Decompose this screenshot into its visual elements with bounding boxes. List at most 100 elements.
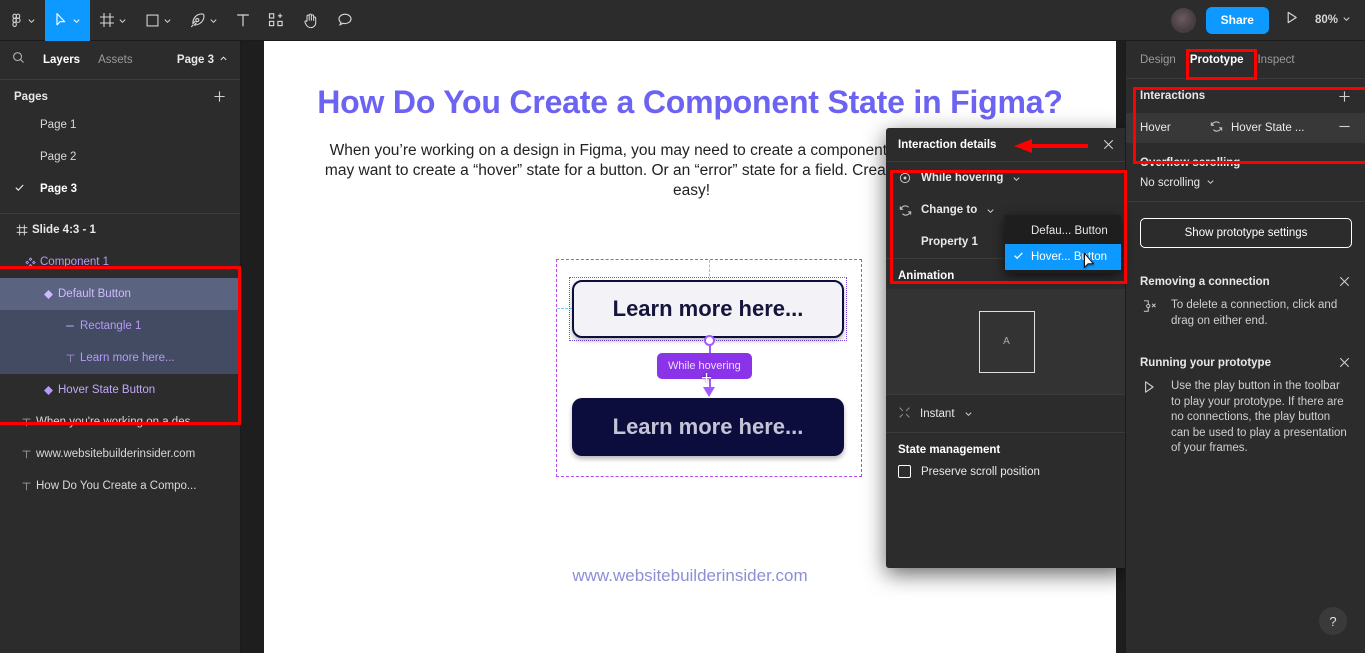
frame-tool-button[interactable] [90,0,136,41]
text-icon [60,353,80,364]
search-button[interactable] [12,51,34,69]
overflow-scrolling-value: No scrolling [1140,177,1201,189]
trigger-icon [898,172,912,184]
prototype-connection-handle[interactable] [704,335,715,346]
chevron-down-icon [163,16,172,25]
tip-header-running-prototype: Running your prototype [1126,356,1365,369]
interaction-details-title: Interaction details [898,138,997,151]
tab-design[interactable]: Design [1140,54,1176,66]
layer-row-hover-state-button[interactable]: Hover State Button [0,374,240,406]
tab-assets[interactable]: Assets [89,54,142,66]
zoom-control[interactable]: 80% [1309,14,1365,26]
dropdown-option-label: Defau... Button [1031,225,1108,237]
text-icon [16,417,36,428]
tip-title: Running your prototype [1140,356,1271,369]
overflow-scrolling-select[interactable]: No scrolling [1126,173,1365,201]
change-to-dropdown[interactable]: Defau... Button Hover... Button [1005,215,1121,273]
tip-title: Removing a connection [1140,275,1270,288]
layer-row-title-text[interactable]: How Do You Create a Compo... [0,470,240,502]
chevron-down-icon [1342,14,1351,26]
trigger-row[interactable]: While hovering [886,162,1127,194]
action-value: Change to [921,204,978,216]
change-to-icon [898,204,912,217]
tip-text: To delete a connection, click and drag o… [1171,299,1338,327]
layer-row-url-text[interactable]: www.websitebuilderinsider.com [0,438,240,470]
layer-row-rectangle-1[interactable]: Rectangle 1 [0,310,240,342]
right-sidebar: Design Prototype Inspect Interactions Ho… [1125,41,1365,653]
tab-prototype[interactable]: Prototype [1190,54,1244,66]
interaction-row-hover[interactable]: Hover Hover State ... [1126,113,1365,143]
shape-tool-button[interactable] [136,0,181,41]
help-button[interactable]: ? [1319,607,1347,635]
tip-text: Use the play button in the toolbar to pl… [1171,380,1347,454]
layer-row-default-button[interactable]: Default Button [0,278,240,310]
avatar[interactable] [1170,7,1196,33]
interaction-details-header: Interaction details [886,128,1127,162]
overflow-scrolling-header: Overflow scrolling [1140,157,1241,169]
close-icon[interactable] [1102,138,1115,151]
page-item-label: Page 3 [40,183,78,195]
cursor-icon [54,12,69,28]
share-button[interactable]: Share [1205,6,1269,34]
connection-delete-icon [1142,298,1160,329]
tip-body-removing-connection: To delete a connection, click and drag o… [1126,288,1365,329]
preserve-scroll-row[interactable]: Preserve scroll position [886,463,1127,478]
layer-row-learn-more-text[interactable]: Learn more here... [0,342,240,374]
page-item-1[interactable]: Page 1 [0,109,240,141]
check-icon [1013,250,1031,264]
instance-icon [38,289,58,300]
text-tool-button[interactable] [227,0,259,41]
dropdown-option-default-button[interactable]: Defau... Button [1005,218,1121,244]
remove-interaction-button[interactable] [1338,120,1351,136]
dropdown-option-hover-state-button[interactable]: Hover... Button [1005,244,1121,270]
chevron-up-icon [219,54,228,66]
layer-row-slide[interactable]: Slide 4:3 - 1 [0,214,240,246]
present-play-button[interactable] [1275,3,1309,37]
animation-preview-square: A [978,310,1035,373]
figma-menu-button[interactable] [0,0,45,41]
add-interaction-button[interactable] [1338,90,1351,103]
right-sidebar-tabs: Design Prototype Inspect [1126,41,1365,79]
interaction-details-dialog: Interaction details While hovering Chang… [886,128,1127,568]
slide-title: How Do You Create a Component State in F… [317,84,1063,120]
chevron-down-icon [1012,174,1021,183]
page-selector-label: Page 3 [176,54,214,66]
layer-row-body-text[interactable]: When you're working on a des... [0,406,240,438]
move-tool-button[interactable] [45,0,90,41]
hover-state-button[interactable]: Learn more here... [572,398,844,456]
show-prototype-settings-button[interactable]: Show prototype settings [1140,218,1352,248]
close-icon[interactable] [1338,275,1351,288]
change-to-icon [1210,120,1223,136]
text-icon [236,13,250,28]
interactions-header: Interactions [1126,79,1365,113]
animation-preview: A [886,289,1127,394]
pen-tool-button[interactable] [181,0,227,41]
default-button[interactable]: Learn more here... [572,280,844,338]
preserve-scroll-checkbox[interactable] [898,465,911,478]
page-selector[interactable]: Page 3 [177,54,228,66]
layer-label: Learn more here... [80,352,175,364]
tip-header-removing-connection: Removing a connection [1126,275,1365,288]
tip-body-running-prototype: Use the play button in the toolbar to pl… [1126,369,1365,457]
layer-label: Default Button [58,288,131,300]
tab-layers[interactable]: Layers [34,54,89,66]
slide-footer-url: www.websitebuilderinsider.com [572,566,808,585]
add-page-button[interactable] [213,90,226,103]
frame-icon [99,12,115,28]
page-item-3[interactable]: Page 3 [0,173,240,205]
layer-row-component-1[interactable]: Component 1 [0,246,240,278]
easing-row[interactable]: Instant [886,394,1127,432]
resources-tool-button[interactable] [259,0,293,41]
frame-icon [12,224,32,236]
chevron-down-icon [27,16,36,25]
layer-label: When you're working on a des... [36,416,200,428]
comment-tool-button[interactable] [328,0,362,41]
mouse-pointer-icon [1083,252,1099,277]
hand-tool-button[interactable] [293,0,328,41]
square-icon [145,13,160,28]
close-icon[interactable] [1338,356,1351,369]
tab-inspect[interactable]: Inspect [1257,54,1294,66]
chevron-down-icon [209,16,218,25]
page-item-2[interactable]: Page 2 [0,141,240,173]
pages-header-label: Pages [14,90,48,103]
